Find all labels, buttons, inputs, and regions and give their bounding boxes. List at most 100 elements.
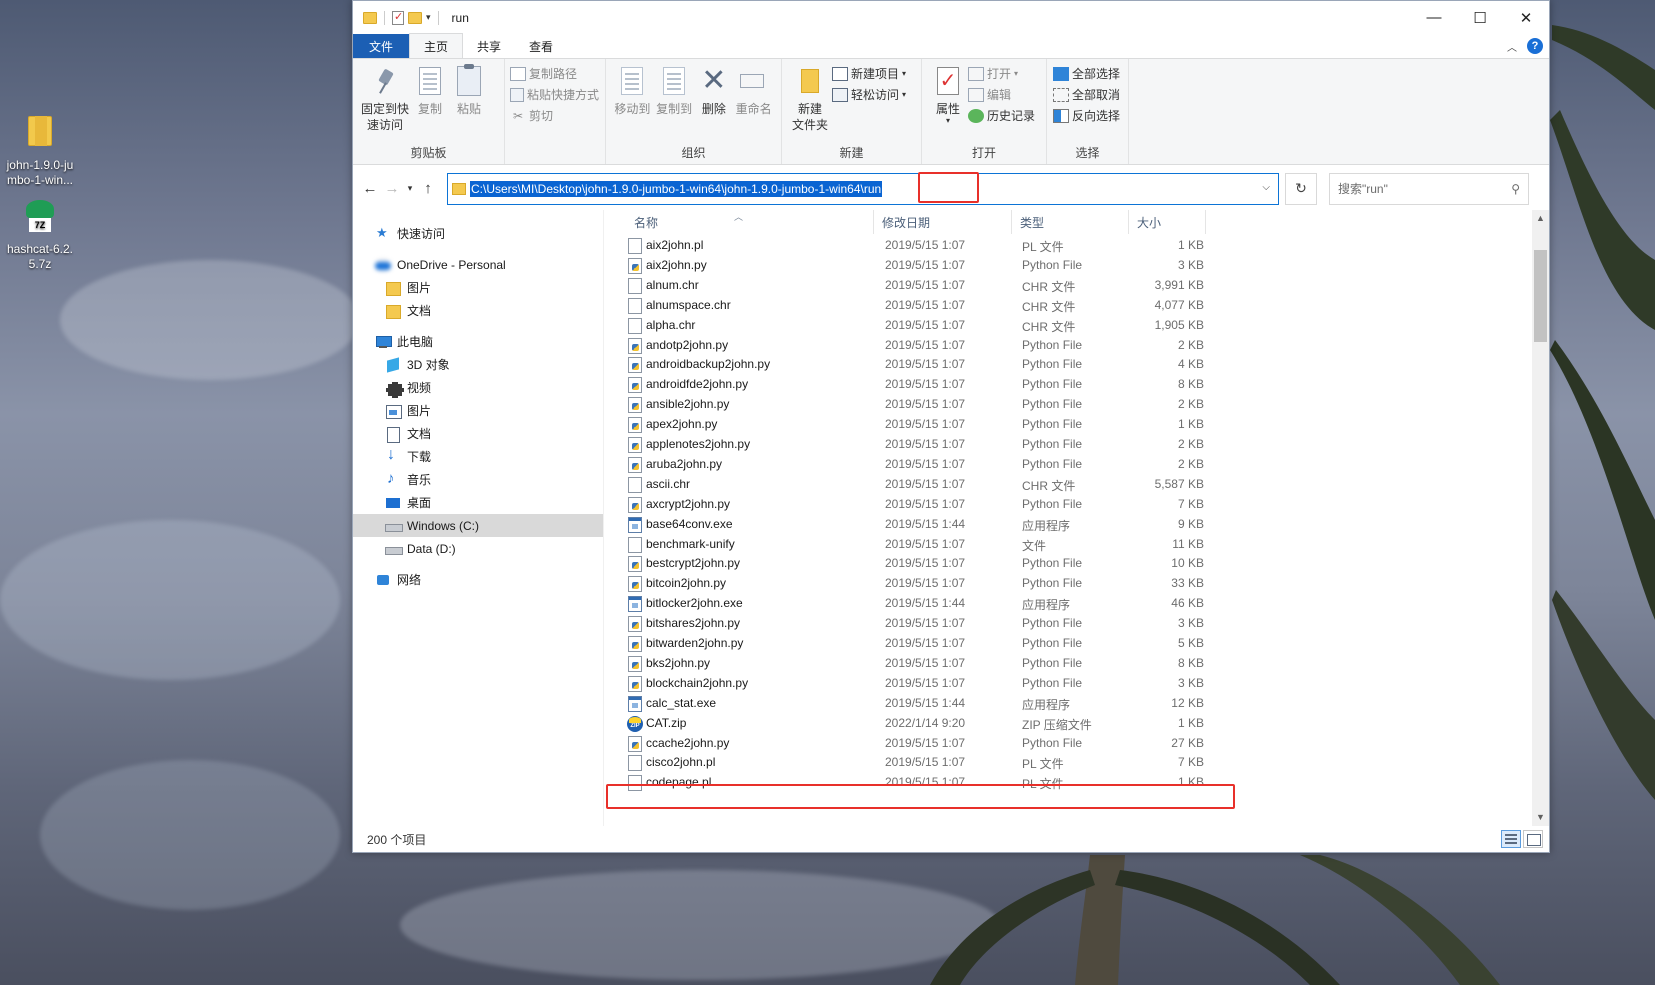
column-date[interactable]: 修改日期 bbox=[882, 214, 930, 232]
nav-item[interactable]: 文档 bbox=[353, 422, 604, 445]
file-row[interactable]: androidbackup2john.py 2019/5/15 1:07 Pytho… bbox=[604, 355, 1549, 375]
file-row[interactable]: base64conv.exe 2019/5/15 1:44 应用程序 9 KB bbox=[604, 515, 1549, 535]
file-row[interactable]: benchmark-unify 2019/5/15 1:07 文件 11 KB bbox=[604, 535, 1549, 555]
file-row[interactable]: cisco2john.pl 2019/5/15 1:07 PL 文件 7 KB bbox=[604, 753, 1549, 773]
pin-to-quick-access-button[interactable]: 固定到快 速访问 bbox=[359, 63, 411, 133]
file-row[interactable]: codepage.pl 2019/5/15 1:07 PL 文件 1 KB bbox=[604, 773, 1549, 793]
nav-item[interactable]: 下载 bbox=[353, 445, 604, 468]
scroll-up-icon[interactable]: ▲ bbox=[1532, 210, 1549, 227]
desktop-icon-hashcat[interactable]: 7Z hashcat-6.2. 5.7z bbox=[0, 200, 80, 272]
nav-item[interactable]: 视频 bbox=[353, 376, 604, 399]
file-row[interactable]: aruba2john.py 2019/5/15 1:07 Python File 2 … bbox=[604, 455, 1549, 475]
tab-share[interactable]: 共享 bbox=[463, 34, 515, 58]
file-row[interactable]: bitcoin2john.py 2019/5/15 1:07 Python File… bbox=[604, 574, 1549, 594]
file-row[interactable]: ZIP CAT.zip 2022/1/14 9:20 ZIP 压缩文件 1 KB bbox=[604, 714, 1549, 734]
scroll-down-icon[interactable]: ▼ bbox=[1532, 809, 1549, 826]
column-separator[interactable] bbox=[1128, 210, 1129, 234]
scrollbar-thumb[interactable] bbox=[1534, 250, 1547, 342]
copy-path-button[interactable]: 复制路径 bbox=[510, 63, 599, 84]
collapse-ribbon-icon[interactable]: ︿ bbox=[1507, 39, 1517, 54]
move-to-button[interactable]: 移动到 bbox=[612, 63, 653, 117]
column-separator[interactable] bbox=[1011, 210, 1012, 234]
open-button[interactable]: 打开 ▾ bbox=[968, 63, 1035, 84]
up-arrow-icon[interactable]: ↑ bbox=[417, 180, 439, 197]
recent-locations-chevron-icon[interactable]: ▾ bbox=[403, 183, 417, 194]
column-type[interactable]: 类型 bbox=[1020, 214, 1044, 232]
nav-item[interactable]: 快速访问 bbox=[353, 222, 604, 245]
paste-shortcut-button[interactable]: 粘贴快捷方式 bbox=[510, 84, 599, 105]
nav-item[interactable]: 图片 bbox=[353, 276, 604, 299]
column-separator[interactable] bbox=[1205, 210, 1206, 234]
file-row[interactable]: androidfde2john.py 2019/5/15 1:07 Python F… bbox=[604, 375, 1549, 395]
paste-button[interactable]: 粘贴 bbox=[449, 63, 489, 133]
forward-arrow-icon[interactable]: → bbox=[381, 180, 403, 197]
details-view-icon[interactable] bbox=[1501, 830, 1521, 848]
nav-item[interactable]: OneDrive - Personal bbox=[353, 253, 604, 276]
nav-item[interactable]: 3D 对象 bbox=[353, 353, 604, 376]
history-button[interactable]: 历史记录 bbox=[968, 105, 1035, 126]
large-icons-view-icon[interactable] bbox=[1523, 830, 1543, 848]
column-size[interactable]: 大小 bbox=[1137, 214, 1161, 232]
file-row[interactable]: bks2john.py 2019/5/15 1:07 Python File 8 KB bbox=[604, 654, 1549, 674]
new-folder-icon[interactable] bbox=[408, 11, 422, 24]
file-row[interactable]: axcrypt2john.py 2019/5/15 1:07 Python File… bbox=[604, 495, 1549, 515]
address-path[interactable]: C:\Users\MI\Desktop\john-1.9.0-jumbo-1-w… bbox=[470, 180, 883, 197]
desktop-icon-john[interactable]: john-1.9.0-ju mbo-1-win... bbox=[0, 116, 80, 188]
file-row[interactable]: alnum.chr 2019/5/15 1:07 CHR 文件 3,991 KB bbox=[604, 276, 1549, 296]
nav-item[interactable]: 音乐 bbox=[353, 468, 604, 491]
search-input[interactable]: 搜索"run" ⚲ bbox=[1329, 172, 1529, 205]
file-row[interactable]: ccache2john.py 2019/5/15 1:07 Python File 2… bbox=[604, 734, 1549, 754]
vertical-scrollbar[interactable]: ▲ ▼ bbox=[1532, 210, 1549, 826]
file-row[interactable]: apex2john.py 2019/5/15 1:07 Python File 1 K… bbox=[604, 415, 1549, 435]
delete-button[interactable]: ✕ 删除 bbox=[695, 63, 732, 117]
nav-item[interactable]: 文档 bbox=[353, 299, 604, 322]
select-all-button[interactable]: 全部选择 bbox=[1053, 63, 1122, 84]
column-name[interactable]: 名称 bbox=[634, 214, 658, 232]
refresh-button[interactable]: ↻ bbox=[1285, 172, 1317, 205]
address-bar[interactable]: C:\Users\MI\Desktop\john-1.9.0-jumbo-1-w… bbox=[447, 172, 1279, 205]
nav-item[interactable]: 网络 bbox=[353, 568, 604, 591]
file-row[interactable]: ansible2john.py 2019/5/15 1:07 Python File… bbox=[604, 395, 1549, 415]
tab-file[interactable]: 文件 bbox=[353, 34, 409, 58]
close-button[interactable]: ✕ bbox=[1503, 1, 1549, 34]
minimize-button[interactable]: — bbox=[1411, 1, 1457, 34]
properties-icon[interactable] bbox=[392, 10, 404, 25]
file-row[interactable]: bitlocker2john.exe 2019/5/15 1:44 应用程序 46 K… bbox=[604, 594, 1549, 614]
file-row[interactable]: bitwarden2john.py 2019/5/15 1:07 Python Fi… bbox=[604, 634, 1549, 654]
new-item-button[interactable]: 新建项目 ▾ bbox=[832, 63, 906, 84]
nav-item[interactable]: Windows (C:) bbox=[353, 514, 604, 537]
file-row[interactable]: ascii.chr 2019/5/15 1:07 CHR 文件 5,587 KB bbox=[604, 475, 1549, 495]
file-row[interactable]: andotp2john.py 2019/5/15 1:07 Python File 2… bbox=[604, 336, 1549, 356]
file-row[interactable]: blockchain2john.py 2019/5/15 1:07 Python F… bbox=[604, 674, 1549, 694]
new-folder-button[interactable]: 新建 文件夹 bbox=[788, 63, 832, 133]
file-row[interactable]: applenotes2john.py 2019/5/15 1:07 Python F… bbox=[604, 435, 1549, 455]
rename-button[interactable]: 重命名 bbox=[732, 63, 775, 117]
chevron-down-icon[interactable]: ▾ bbox=[426, 12, 431, 23]
file-row[interactable]: bitshares2john.py 2019/5/15 1:07 Python Fi… bbox=[604, 614, 1549, 634]
chevron-down-icon[interactable]: ⌵ bbox=[1262, 182, 1270, 193]
file-row[interactable]: aix2john.pl 2019/5/15 1:07 PL 文件 1 KB bbox=[604, 236, 1549, 256]
tab-home[interactable]: 主页 bbox=[409, 33, 464, 58]
file-row[interactable]: calc_stat.exe 2019/5/15 1:44 应用程序 12 KB bbox=[604, 694, 1549, 714]
edit-button[interactable]: 编辑 bbox=[968, 84, 1035, 105]
properties-button[interactable]: ✓ 属性 ▾ bbox=[928, 63, 968, 126]
nav-item[interactable]: 此电脑 bbox=[353, 330, 604, 353]
copy-to-button[interactable]: 复制到 bbox=[653, 63, 696, 117]
column-separator[interactable] bbox=[873, 210, 874, 234]
select-none-button[interactable]: 全部取消 bbox=[1053, 84, 1122, 105]
tab-view[interactable]: 查看 bbox=[515, 34, 567, 58]
nav-item[interactable]: 桌面 bbox=[353, 491, 604, 514]
cut-button[interactable]: ✂ 剪切 bbox=[510, 105, 599, 126]
file-row[interactable]: aix2john.py 2019/5/15 1:07 Python File 3 KB bbox=[604, 256, 1549, 276]
file-row[interactable]: alnumspace.chr 2019/5/15 1:07 CHR 文件 4,077 … bbox=[604, 296, 1549, 316]
back-arrow-icon[interactable]: ← bbox=[359, 180, 381, 197]
easy-access-button[interactable]: 轻松访问 ▾ bbox=[832, 84, 906, 105]
invert-selection-button[interactable]: 反向选择 bbox=[1053, 105, 1122, 126]
help-icon[interactable]: ? bbox=[1527, 38, 1543, 54]
file-row[interactable]: bestcrypt2john.py 2019/5/15 1:07 Python Fi… bbox=[604, 554, 1549, 574]
file-row[interactable]: alpha.chr 2019/5/15 1:07 CHR 文件 1,905 KB bbox=[604, 316, 1549, 336]
nav-item[interactable]: Data (D:) bbox=[353, 537, 604, 560]
copy-button[interactable]: 复制 bbox=[411, 63, 449, 133]
nav-item[interactable]: 图片 bbox=[353, 399, 604, 422]
maximize-button[interactable]: ☐ bbox=[1457, 1, 1503, 34]
